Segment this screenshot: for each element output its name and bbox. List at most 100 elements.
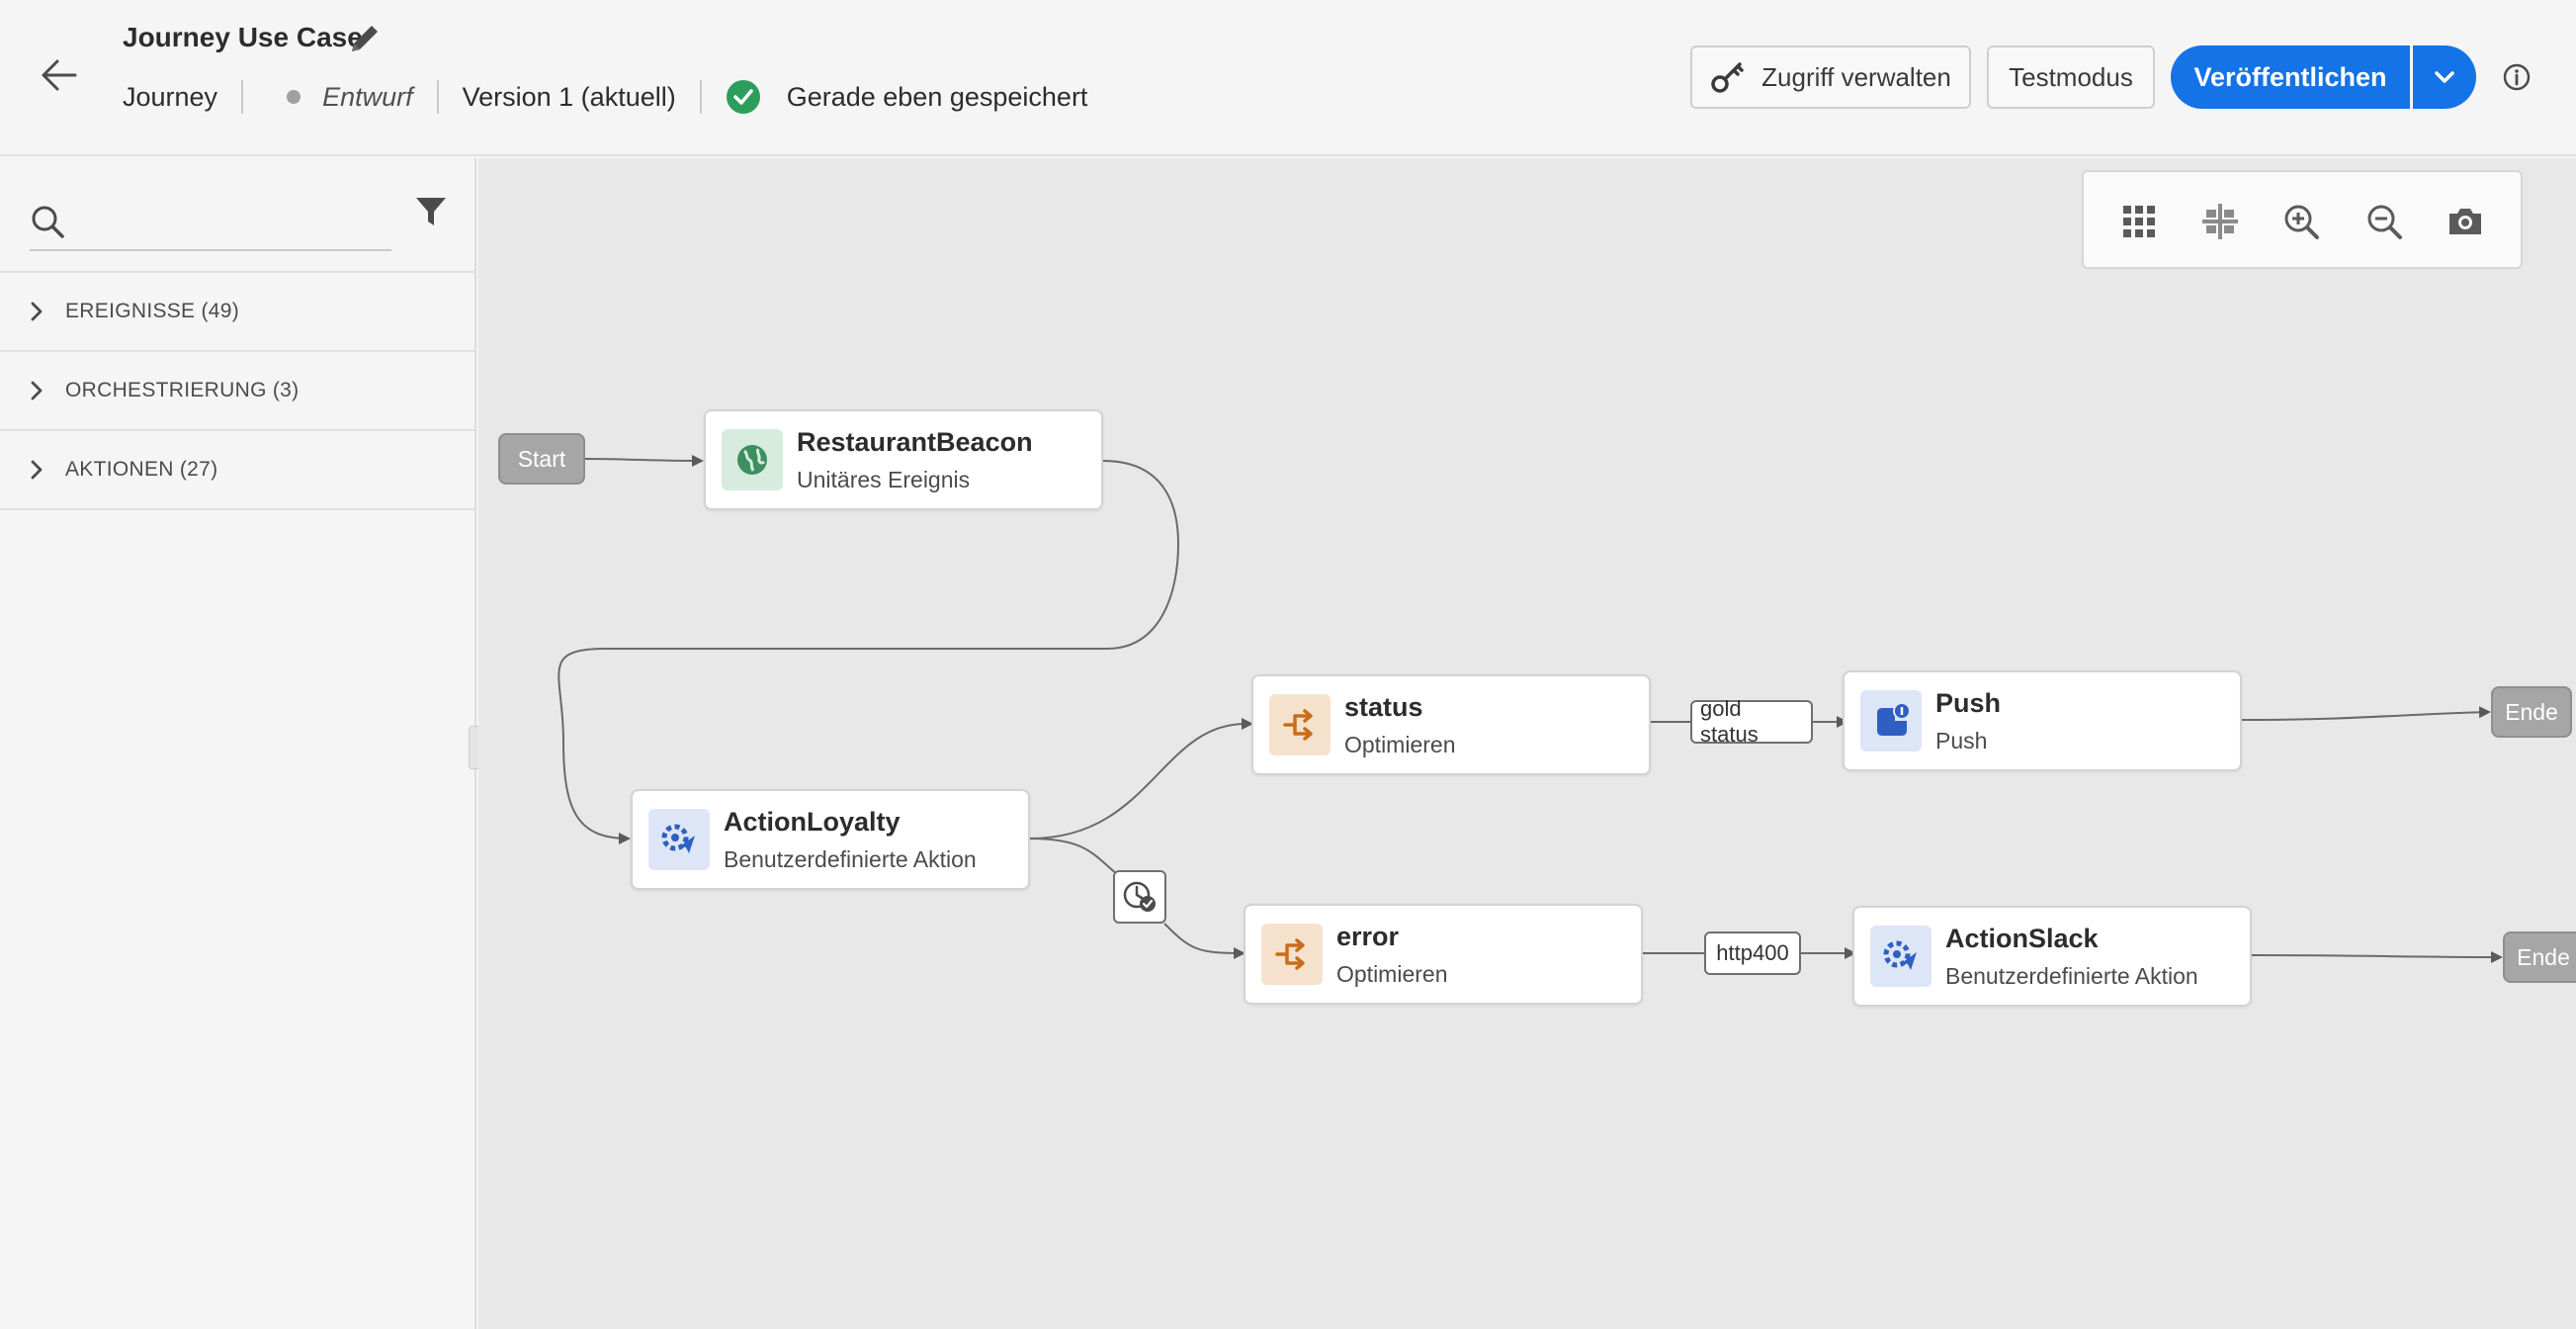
journey-type-label: Journey	[123, 81, 218, 112]
node-title: ActionLoyalty	[724, 807, 901, 837]
condition-split-icon	[1283, 709, 1313, 741]
node-title: Push	[1935, 688, 2002, 718]
section-orchestration[interactable]: ORCHESTRIERUNG (3)	[0, 352, 474, 431]
node-icon-wrap	[1870, 926, 1932, 987]
node-subtitle: Optimieren	[1344, 732, 1456, 757]
push-notification-icon	[1877, 702, 1911, 736]
edge-actionslack-to-end	[2251, 950, 2503, 963]
zoom-out-icon	[2367, 205, 2402, 239]
journey-header: Journey Use Case Journey Entwurf Version…	[0, 0, 2576, 156]
chevron-right-icon	[31, 302, 43, 321]
test-mode-button[interactable]: Testmodus	[1987, 45, 2155, 109]
divider	[241, 80, 244, 114]
edit-title-button[interactable]	[346, 20, 384, 57]
end-label: Ende	[2505, 698, 2558, 725]
node-subtitle: Unitäres Ereignis	[797, 467, 971, 492]
arrange-button[interactable]	[2200, 202, 2240, 241]
canvas-toolbar	[2082, 170, 2523, 269]
pencil-icon	[352, 26, 378, 51]
zoom-in-icon	[2284, 205, 2319, 239]
edge-actionloyalty-to-status	[1029, 718, 1253, 840]
info-icon	[2503, 63, 2531, 91]
journey-canvas[interactable]: Start Ende Ende RestaurantBeacon Unitäre…	[478, 158, 2576, 1329]
section-events[interactable]: EREIGNISSE (49)	[0, 273, 474, 352]
chevron-right-icon	[31, 460, 43, 480]
end-node-push[interactable]: Ende	[2491, 686, 2572, 738]
edge-actionloyalty-to-timeout	[1029, 838, 1118, 875]
align-center-icon	[2202, 204, 2238, 239]
test-mode-label: Testmodus	[2009, 61, 2133, 92]
section-label: ORCHESTRIERUNG (3)	[65, 379, 300, 401]
node-icon-wrap	[1860, 690, 1922, 752]
node-subtitle: Benutzerdefinierte Aktion	[1945, 963, 2198, 989]
edge-restaurantbeacon-to-actionloyalty	[558, 460, 1180, 844]
node-status[interactable]: status Optimieren	[1251, 674, 1651, 775]
path-label-http400[interactable]: http400	[1704, 931, 1801, 975]
camera-icon	[2449, 209, 2481, 234]
publish-button[interactable]: Veröffentlichen	[2171, 45, 2410, 109]
start-node[interactable]: Start	[498, 433, 585, 485]
edge-timeout-to-error	[1163, 923, 1245, 959]
filter-button[interactable]	[413, 194, 449, 229]
node-push[interactable]: Push Push	[1843, 670, 2242, 771]
end-label: Ende	[2517, 943, 2570, 970]
saved-status-text: Gerade eben gespeichert	[786, 81, 1088, 112]
publish-label: Veröffentlichen	[2193, 61, 2387, 92]
checkmark-circle-icon	[726, 80, 760, 114]
manage-access-label: Zugriff verwalten	[1761, 61, 1951, 92]
search-field	[30, 188, 391, 251]
publish-options-button[interactable]	[2413, 45, 2476, 109]
search-input[interactable]	[83, 198, 380, 241]
version-label: Version 1 (aktuell)	[462, 81, 676, 112]
section-label: AKTIONEN (27)	[65, 458, 218, 481]
divider	[699, 80, 702, 114]
node-icon-wrap	[722, 429, 783, 490]
zoom-out-button[interactable]	[2364, 202, 2404, 241]
back-button[interactable]	[36, 55, 83, 95]
page-title: Journey Use Case	[123, 22, 363, 52]
node-actionloyalty[interactable]: ActionLoyalty Benutzerdefinierte Aktion	[631, 789, 1030, 890]
path-label-gold-status[interactable]: gold status	[1690, 696, 1813, 747]
screenshot-button[interactable]	[2446, 202, 2485, 241]
chevron-down-icon	[2435, 71, 2454, 83]
grid-view-button[interactable]	[2119, 202, 2159, 241]
node-error[interactable]: error Optimieren	[1244, 904, 1643, 1005]
search-icon	[32, 206, 64, 238]
node-actionslack[interactable]: ActionSlack Benutzerdefinierte Aktion	[1852, 906, 2252, 1007]
globe-icon	[737, 445, 767, 475]
section-label: EREIGNISSE (49)	[65, 300, 240, 322]
node-icon-wrap	[648, 809, 710, 870]
status-badge: Entwurf	[322, 81, 413, 112]
clock-check-icon	[1123, 881, 1156, 912]
start-label: Start	[517, 445, 566, 472]
end-node-slack[interactable]: Ende	[2503, 931, 2576, 983]
activity-palette: EREIGNISSE (49) ORCHESTRIERUNG (3) AKTIO…	[0, 158, 482, 1329]
grid-icon	[2123, 206, 2155, 237]
manage-access-button[interactable]: Zugriff verwalten	[1690, 45, 1971, 109]
node-icon-wrap	[1269, 694, 1331, 755]
zoom-in-button[interactable]	[2281, 202, 2321, 241]
timeout-error-path[interactable]	[1113, 870, 1166, 924]
arrow-left-icon	[42, 59, 77, 91]
journey-meta: Journey Entwurf Version 1 (aktuell) Gera…	[123, 77, 1087, 117]
divider	[436, 80, 439, 114]
condition-split-icon	[1275, 938, 1305, 970]
node-title: status	[1344, 692, 1423, 722]
info-button[interactable]	[2501, 61, 2533, 93]
node-title: ActionSlack	[1945, 924, 2099, 953]
chevron-right-icon	[31, 381, 43, 400]
palette-sections: EREIGNISSE (49) ORCHESTRIERUNG (3) AKTIO…	[0, 271, 474, 510]
section-actions[interactable]: AKTIONEN (27)	[0, 431, 474, 510]
node-title: error	[1336, 922, 1400, 951]
status-dot	[287, 90, 301, 104]
custom-action-icon	[661, 824, 695, 853]
path-label-text: gold status	[1700, 696, 1759, 747]
node-subtitle: Optimieren	[1336, 961, 1448, 987]
node-restaurantbeacon[interactable]: RestaurantBeacon Unitäres Ereignis	[704, 409, 1103, 510]
edge-push-to-end	[2241, 706, 2491, 721]
edge-start-to-restaurantbeacon	[584, 454, 704, 467]
node-title: RestaurantBeacon	[797, 427, 1033, 457]
node-icon-wrap	[1261, 924, 1323, 985]
key-icon	[1711, 62, 1744, 93]
path-label-text: http400	[1716, 940, 1789, 965]
